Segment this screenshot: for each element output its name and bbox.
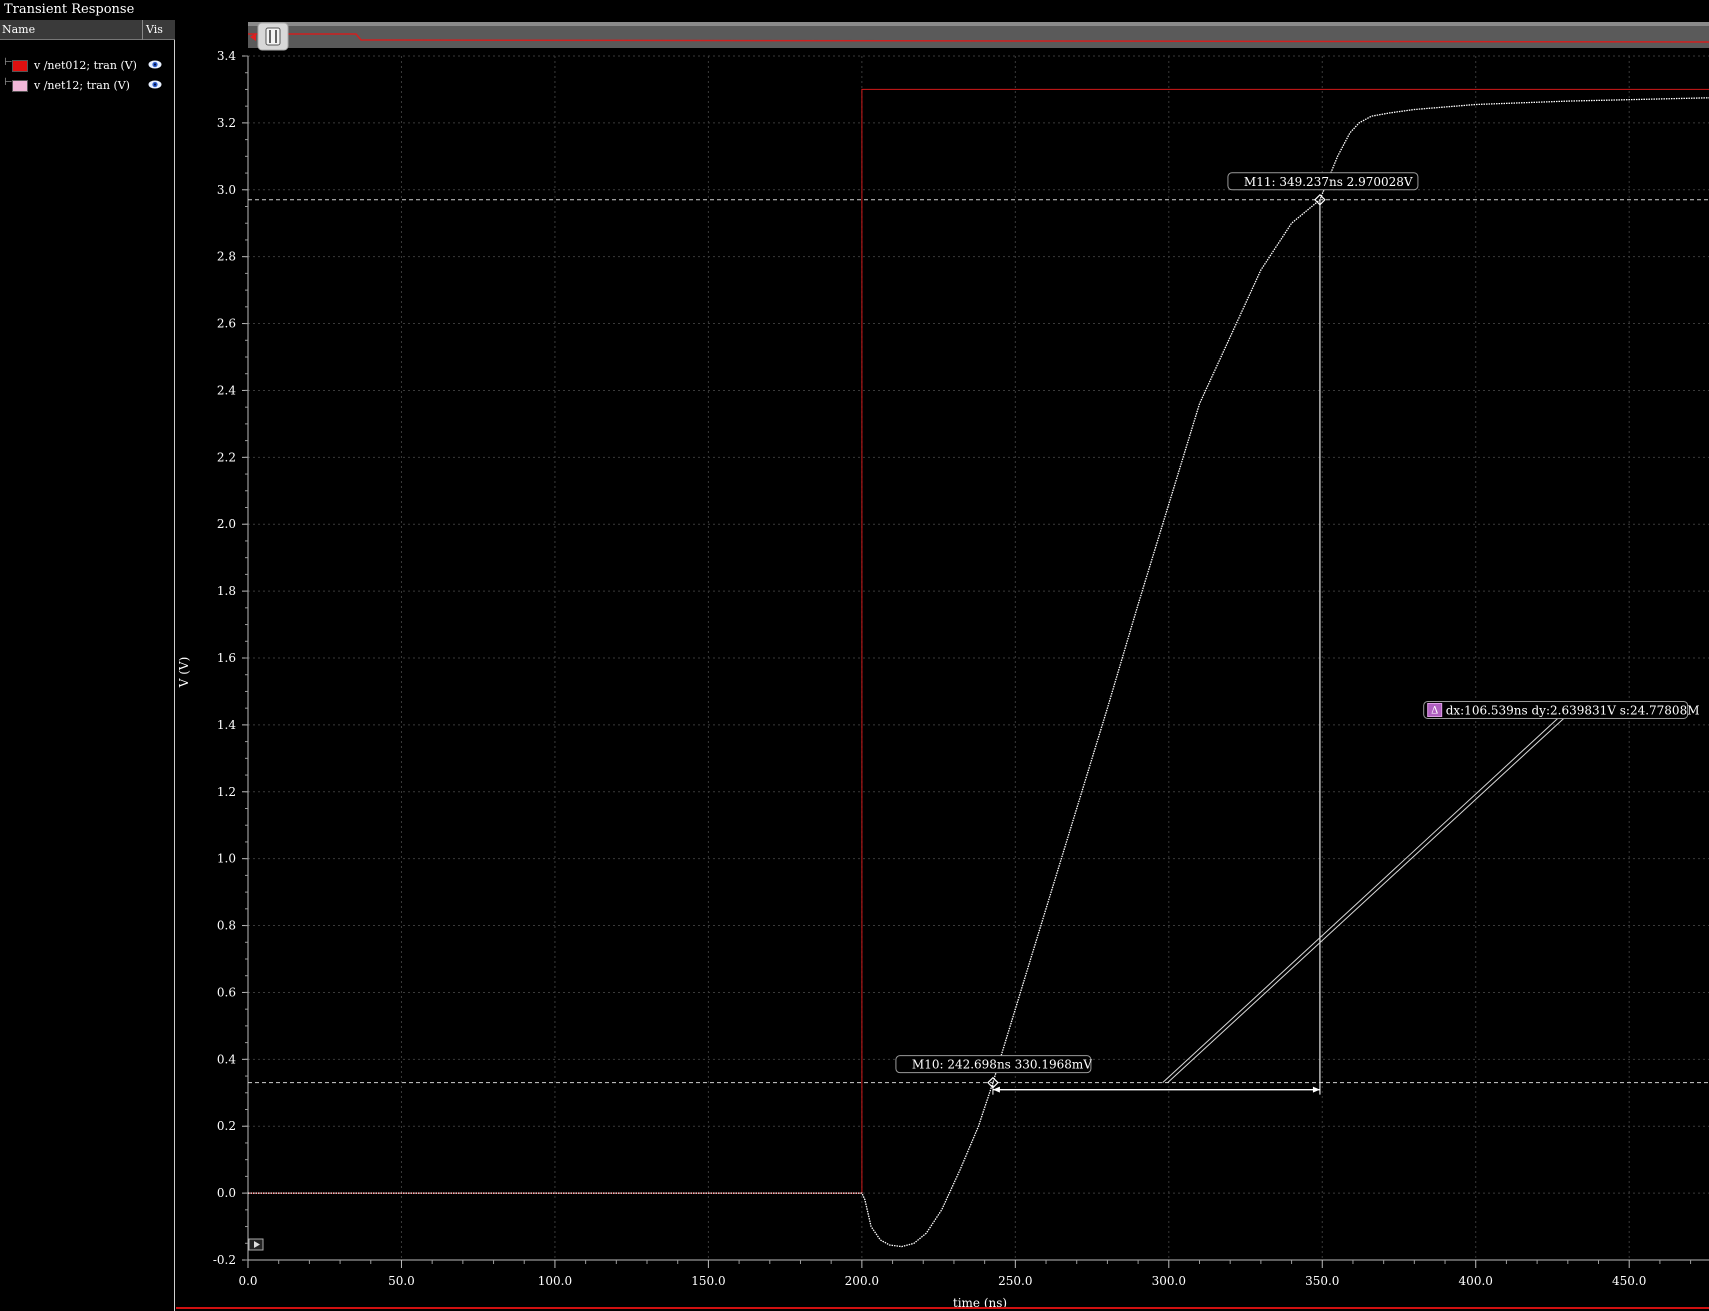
overview-scroller[interactable] <box>248 22 1709 51</box>
trace-label: v /net12; tran (V) <box>34 79 130 92</box>
y-tick-label: 1.2 <box>217 785 236 799</box>
y-tick-label: 2.2 <box>217 450 236 464</box>
x-tick-label: 50.0 <box>388 1274 415 1288</box>
window-title-bar: Transient Response <box>0 0 1709 20</box>
y-tick-label: 3.0 <box>217 183 236 197</box>
bottom-status-line <box>176 1307 1709 1309</box>
y-tick-label: 2.6 <box>217 317 236 331</box>
x-tick-label: 300.0 <box>1152 1274 1186 1288</box>
x-tick-label: 200.0 <box>845 1274 879 1288</box>
legend-header: Name Vis <box>0 20 175 40</box>
y-tick-label: 0.6 <box>217 985 236 999</box>
visibility-eye-icon[interactable] <box>148 80 162 89</box>
trace-color-swatch[interactable] <box>12 80 28 92</box>
delta-arrow-left-icon <box>992 1086 1000 1093</box>
trace-legend-panel: Name Vis ⊢ v /net012; tran (V) ⊢ v /net1… <box>0 20 175 1311</box>
y-tick-label: 2.0 <box>217 517 236 531</box>
trace-label: v /net012; tran (V) <box>34 59 137 72</box>
marker-m10-label-text: M10: 242.698ns 330.1968mV <box>912 1058 1092 1072</box>
y-axis-label: V (V) <box>177 657 191 689</box>
y-tick-label: -0.2 <box>213 1253 236 1267</box>
delta-badge-text: Δ <box>1431 705 1438 716</box>
y-tick-label: 3.2 <box>217 116 236 130</box>
y-tick-label: 1.4 <box>217 718 236 732</box>
marker-m10-label[interactable]: M10: 242.698ns 330.1968mV <box>895 1055 1092 1074</box>
legend-header-divider[interactable] <box>142 20 143 40</box>
marker-m11-label-text: M11: 349.237ns 2.970028V <box>1244 175 1413 189</box>
y-tick-label: 0.8 <box>217 919 236 933</box>
trace-color-swatch[interactable] <box>12 60 28 72</box>
x-tick-label: 250.0 <box>998 1274 1032 1288</box>
y-tick-label: 1.8 <box>217 584 236 598</box>
x-tick-label: 450.0 <box>1612 1274 1646 1288</box>
window-title: Transient Response <box>4 2 135 17</box>
trace-row-net012[interactable]: ⊢ v /net012; tran (V) <box>0 57 175 75</box>
x-tick-label: 100.0 <box>538 1274 572 1288</box>
y-tick-label: 0.2 <box>217 1119 236 1133</box>
y-tick-label: 1.0 <box>217 852 236 866</box>
marker-m11-label[interactable]: M11: 349.237ns 2.970028V <box>1227 172 1419 191</box>
trace-line-net012[interactable] <box>248 88 1709 1194</box>
y-tick-label: 2.8 <box>217 250 236 264</box>
legend-vis-column-header[interactable]: Vis <box>146 23 163 36</box>
delta-leader-line <box>1162 718 1559 1084</box>
delta-arrow-right-icon <box>1312 1086 1320 1093</box>
x-tick-label: 0.0 <box>238 1274 257 1288</box>
y-tick-label: 0.0 <box>217 1186 236 1200</box>
trace-line-net12[interactable] <box>248 97 1709 1248</box>
x-tick-label: 400.0 <box>1459 1274 1493 1288</box>
x-axis-ticks: 0.0 50.0 100.0 150.0 200.0 250.0 300.0 350.0 400… <box>238 1260 1646 1288</box>
x-tick-label: 150.0 <box>691 1274 725 1288</box>
y-tick-label: 1.6 <box>217 651 236 665</box>
expand-legend-button[interactable] <box>248 1238 264 1251</box>
y-tick-label: 2.4 <box>217 383 236 397</box>
y-tick-label: 3.4 <box>217 49 236 63</box>
delta-label[interactable]: Δdx:106.539ns dy:2.639831V s:24.77808M <box>1423 700 1700 719</box>
y-axis-ticks: -0.2 0.0 0.2 0.4 0.6 0.8 1.0 1.2 1.4 1.6 1.8 2.0 2.2… <box>213 49 248 1267</box>
trace-row-net12[interactable]: ⊢ v /net12; tran (V) <box>0 77 175 95</box>
scroller-thumb-handle[interactable] <box>257 22 289 51</box>
delta-leader-line <box>1167 718 1565 1084</box>
x-tick-label: 350.0 <box>1305 1274 1339 1288</box>
plot-grid <box>247 55 1709 1261</box>
waveform-plot[interactable]: -0.20.00.20.40.60.81.01.21.41.61.82.02.2… <box>176 20 1709 1311</box>
delta-label-text: dx:106.539ns dy:2.639831V s:24.77808M <box>1446 703 1700 717</box>
legend-name-column-header[interactable]: Name <box>2 23 35 36</box>
visibility-eye-icon[interactable] <box>148 60 162 69</box>
marker-layer[interactable]: M11: 349.237ns 2.970028V M10: 242.698ns 3… <box>248 172 1709 1095</box>
y-tick-label: 0.4 <box>217 1052 236 1066</box>
